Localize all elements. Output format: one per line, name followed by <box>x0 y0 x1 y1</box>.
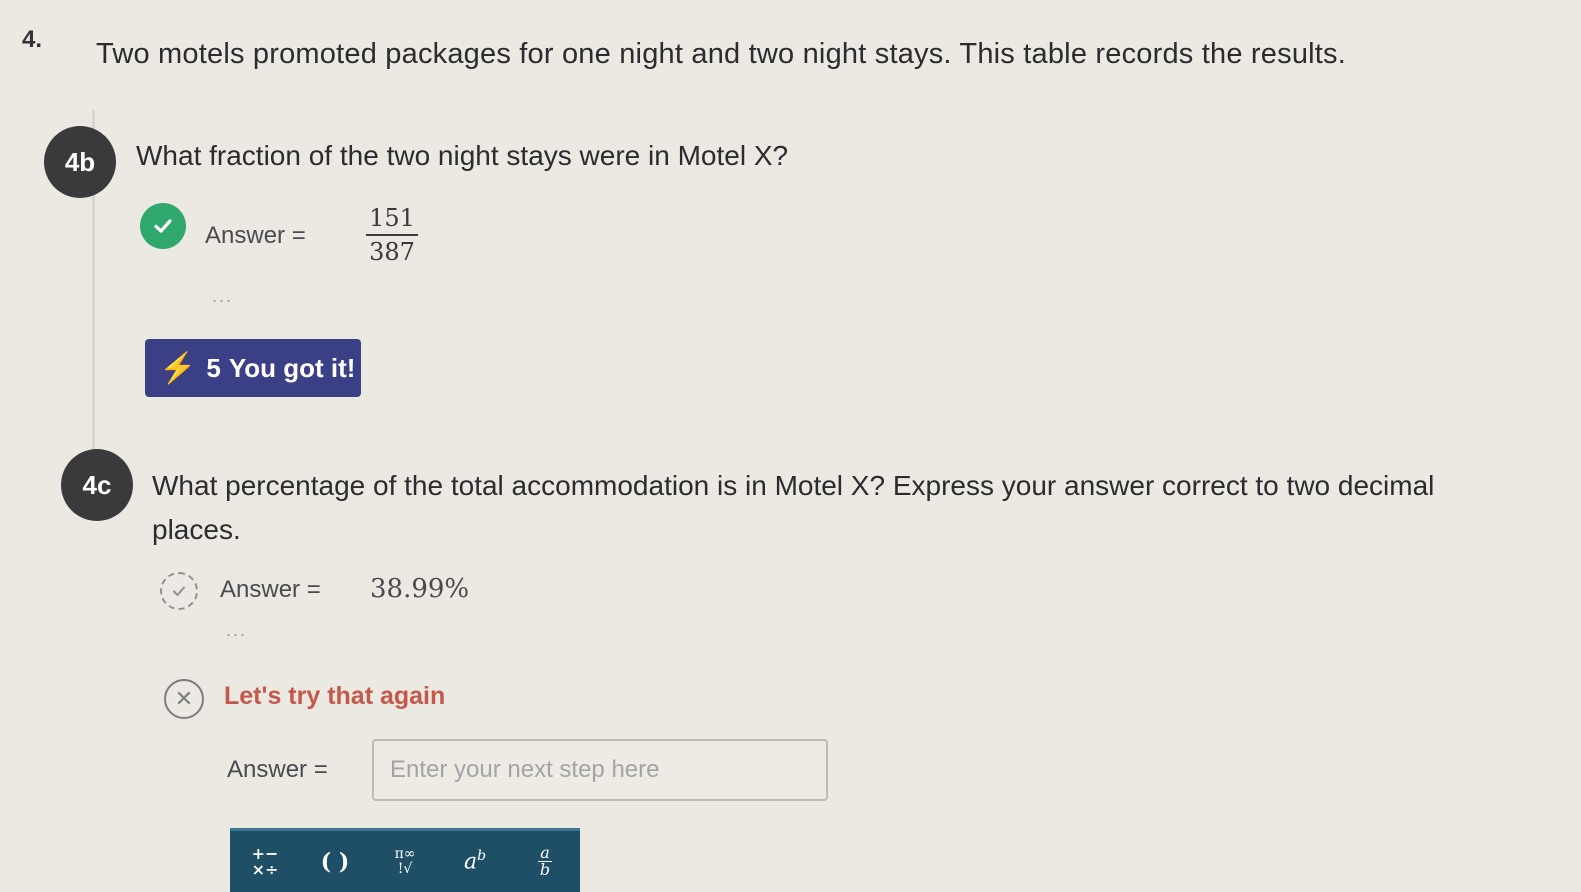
part-badge-4b: 4b <box>44 126 116 198</box>
expand-steps-4b[interactable]: ... <box>212 286 233 307</box>
part-4c-question: What percentage of the total accommodati… <box>152 470 1435 545</box>
pi-infinity-sqrt-icon: π∞ !√ <box>394 845 416 877</box>
feedback-message: You got it! <box>228 352 356 383</box>
fraction-denominator: 387 <box>369 238 415 266</box>
question-number: 4. <box>22 26 43 53</box>
retry-message: Let's try that again <box>224 682 446 710</box>
part-4b-question: What fraction of the two night stays wer… <box>136 140 789 171</box>
parentheses-icon: ( ) <box>320 848 350 875</box>
fraction-numerator: 151 <box>366 204 418 236</box>
parentheses-button[interactable]: ( ) <box>300 828 370 892</box>
next-step-input[interactable] <box>372 739 828 801</box>
answer-label-4c: Answer = <box>220 576 321 603</box>
submitted-answer-4c: 38.99% <box>370 574 470 604</box>
answer-label-4b: Answer = <box>205 222 306 249</box>
lightning-bolt-icon: ⚡ <box>159 351 197 385</box>
fraction-icon: ab <box>538 843 552 879</box>
expand-steps-4c[interactable]: ... <box>226 620 247 641</box>
pi-infinity-sqrt-button[interactable]: π∞ !√ <box>370 828 440 892</box>
points-feedback-badge: ⚡ 5 You got it! <box>145 339 361 397</box>
question-text: Two motels promoted packages for one nig… <box>96 38 1346 70</box>
part-badge-4c: 4c <box>61 449 133 521</box>
correct-check-icon <box>140 203 186 249</box>
exponent-icon: ab <box>463 848 487 875</box>
incorrect-x-icon: ✕ <box>164 679 204 719</box>
fraction-button[interactable]: ab <box>510 828 580 892</box>
arithmetic-operators-button[interactable]: +− ×÷ <box>230 828 300 892</box>
answer-fraction-4b: 151 387 <box>366 204 418 266</box>
exponent-button[interactable]: ab <box>440 828 510 892</box>
points-count: 5 <box>206 352 221 383</box>
next-answer-label: Answer = <box>227 756 328 783</box>
math-keyboard-toolbar: +− ×÷ ( ) π∞ !√ ab ab <box>230 828 580 892</box>
arithmetic-operators-icon: +− ×÷ <box>251 843 279 879</box>
pending-check-icon <box>160 572 198 610</box>
